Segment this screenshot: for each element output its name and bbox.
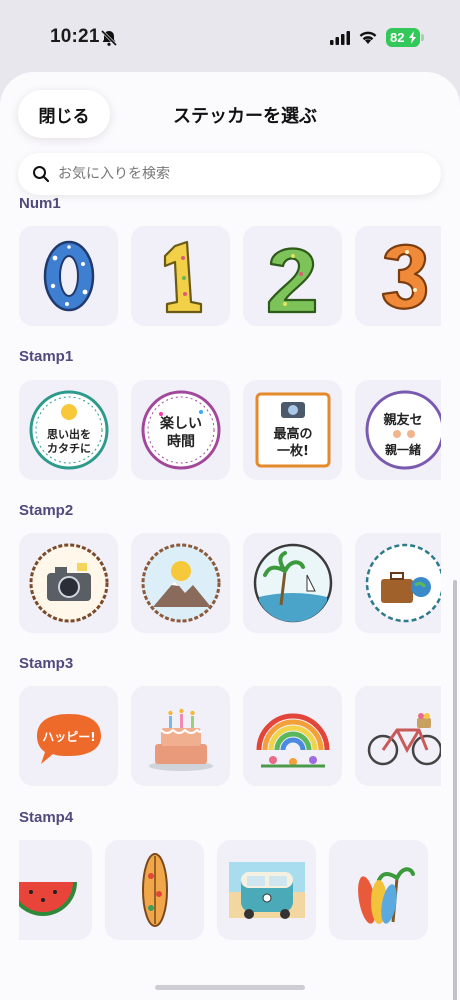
sticker-stamp2-palm-beach[interactable] [243,533,342,633]
sticker-row-stamp1[interactable]: 思い出を カタチに 楽しい 時間 最高の 一枚! 親友セ 親一緒 [19,380,441,480]
scrollbar[interactable] [453,580,457,1000]
bell-off-icon [100,29,118,47]
section-title-stamp4: Stamp4 [19,809,74,826]
sticker-row-stamp3[interactable]: ハッピー! [19,686,441,786]
sticker-stamp4-watermelon[interactable] [19,840,92,940]
rainbow-flowers-icon [256,713,329,768]
status-bar: 10:21 82 [0,0,460,72]
section-title-stamp3: Stamp3 [19,655,74,672]
sticker-stamp3-rainbow[interactable] [243,686,342,786]
svg-text:ハッピー!: ハッピー! [42,730,95,744]
home-indicator [155,985,305,990]
sticker-stamp4-camper-van[interactable] [217,840,316,940]
sticker-stamp2-travel[interactable] [355,533,441,633]
sticker-stamp2-mountain-sun[interactable] [131,533,230,633]
fun-time-stamp-icon: 楽しい 時間 [141,390,220,470]
best-shot-stamp-icon: 最高の 一枚! [255,392,330,468]
surfboards-palms-icon [357,867,415,924]
sticker-stamp1-best-friend[interactable]: 親友セ 親一緒 [355,380,441,480]
sticker-stamp4-surfboard[interactable] [105,840,204,940]
sticker-row-num1[interactable]: 0 1 2 3 [19,226,441,326]
sticker-stamp2-camera[interactable] [19,533,118,633]
watermelon-icon [19,882,77,916]
search-bar[interactable] [18,153,441,195]
status-time: 10:21 [50,26,100,47]
palm-beach-badge-icon [253,543,332,623]
surfboard-icon [141,853,168,927]
svg-text:思い出を: 思い出を [47,427,91,441]
section-title-num1: Num1 [19,195,61,212]
charging-bolt-icon [409,31,416,44]
section-title-stamp2: Stamp2 [19,502,74,519]
sticker-stamp1-memories[interactable]: 思い出を カタチに [19,380,118,480]
cellular-signal-icon [330,31,350,45]
sticker-list[interactable]: Num1 0 1 [0,195,460,1000]
wifi-icon [359,31,377,44]
bicycle-icon [367,713,441,766]
sticker-row-stamp2[interactable] [19,533,441,633]
battery-percent: 82 [390,30,405,45]
section-title-stamp1: Stamp1 [19,348,74,365]
camper-van-icon [228,862,305,919]
sticker-stamp4-surfboards-palms[interactable] [329,840,428,940]
memories-stamp-icon: 思い出を カタチに [29,390,108,470]
battery-indicator: 82 [386,28,424,47]
sticker-stamp1-best-shot[interactable]: 最高の 一枚! [243,380,342,480]
sticker-stamp1-fun-time[interactable]: 楽しい 時間 [131,380,230,480]
birthday-cake-icon [148,708,213,771]
digit-zero-icon [43,240,94,312]
svg-text:時間: 時間 [167,433,195,450]
sticker-stamp3-birthday-cake[interactable] [131,686,230,786]
sticker-stamp3-bicycle[interactable] [355,686,441,786]
digit-one-icon [163,240,202,314]
svg-text:親一緒: 親一緒 [384,442,420,457]
svg-text:親友セ: 親友セ [383,412,422,428]
digit-three-icon [381,243,427,310]
search-icon [33,166,50,183]
svg-text:楽しい: 楽しい [159,415,202,432]
mountain-sun-badge-icon [141,543,220,623]
svg-text:カタチに: カタチに [47,442,91,455]
close-button[interactable]: 閉じる [18,90,110,138]
sticker-digit-3[interactable]: 3 [355,226,441,326]
sticker-digit-1[interactable]: 1 [131,226,230,326]
best-friend-stamp-icon: 親友セ 親一緒 [365,390,441,470]
svg-text:一枚!: 一枚! [277,443,309,459]
sticker-stamp3-happy[interactable]: ハッピー! [19,686,118,786]
sticker-digit-0[interactable]: 0 [19,226,118,326]
sticker-picker-sheet: 閉じる ステッカーを選ぶ Num1 0 [0,72,460,1000]
sheet-title: ステッカーを選ぶ [173,106,317,127]
svg-text:最高の: 最高の [273,426,312,442]
travel-suitcase-badge-icon [365,543,441,623]
camera-badge-icon [29,543,108,623]
search-input[interactable] [58,166,418,182]
sticker-row-stamp4[interactable] [19,840,441,940]
happy-bubble-icon: ハッピー! [36,714,101,764]
digit-two-icon [267,247,316,314]
sticker-digit-2[interactable]: 2 [243,226,342,326]
